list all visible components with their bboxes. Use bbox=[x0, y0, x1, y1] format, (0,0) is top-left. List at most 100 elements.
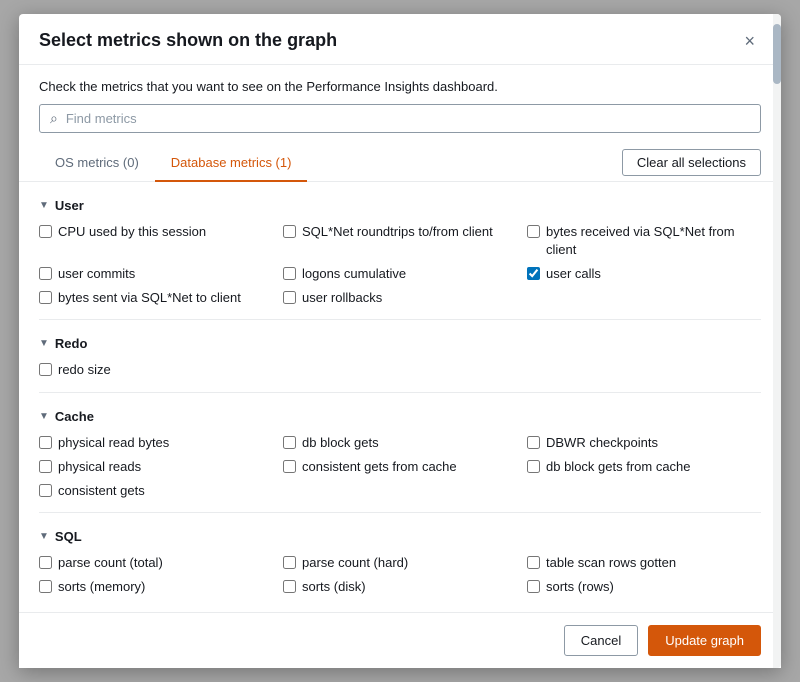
collapse-cache-icon: ▼ bbox=[39, 411, 49, 422]
metric-checkbox-logons-cumulative[interactable] bbox=[283, 267, 296, 280]
metric-label-parse-count-total[interactable]: parse count (total) bbox=[58, 554, 163, 572]
metric-checkbox-dbwr-checkpoints[interactable] bbox=[527, 436, 540, 449]
search-input[interactable] bbox=[66, 111, 750, 126]
scrollbar-thumb[interactable] bbox=[773, 24, 781, 84]
metric-checkbox-bytes-sent[interactable] bbox=[39, 291, 52, 304]
modal-description: Check the metrics that you want to see o… bbox=[19, 65, 781, 104]
section-cache-header[interactable]: ▼ Cache bbox=[39, 409, 761, 424]
metric-label-redo-size[interactable]: redo size bbox=[58, 361, 111, 379]
metric-parse-count-hard: parse count (hard) bbox=[283, 554, 517, 572]
metric-sorts-disk: sorts (disk) bbox=[283, 578, 517, 596]
metric-label-physical-read-bytes[interactable]: physical read bytes bbox=[58, 434, 169, 452]
search-icon: ⌕ bbox=[50, 110, 58, 127]
metric-checkbox-sorts-memory[interactable] bbox=[39, 580, 52, 593]
metric-db-block-gets-cache: db block gets from cache bbox=[527, 458, 761, 476]
section-user-title: User bbox=[55, 198, 84, 213]
metric-checkbox-sorts-rows[interactable] bbox=[527, 580, 540, 593]
metric-label-parse-count-hard[interactable]: parse count (hard) bbox=[302, 554, 408, 572]
tabs-container: OS metrics (0) Database metrics (1) bbox=[39, 145, 307, 181]
metric-checkbox-parse-count-hard[interactable] bbox=[283, 556, 296, 569]
metric-checkbox-table-scan-rows[interactable] bbox=[527, 556, 540, 569]
section-user-header[interactable]: ▼ User bbox=[39, 198, 761, 213]
modal-overlay: Select metrics shown on the graph × Chec… bbox=[0, 0, 800, 682]
modal-dialog: Select metrics shown on the graph × Chec… bbox=[19, 14, 781, 669]
metric-checkbox-consistent-gets[interactable] bbox=[39, 484, 52, 497]
metric-label-logons-cumulative[interactable]: logons cumulative bbox=[302, 265, 406, 283]
metric-sorts-memory: sorts (memory) bbox=[39, 578, 273, 596]
metric-checkbox-user-commits[interactable] bbox=[39, 267, 52, 280]
modal-header: Select metrics shown on the graph × bbox=[19, 14, 781, 65]
metric-consistent-gets-cache: consistent gets from cache bbox=[283, 458, 517, 476]
metric-label-db-block-gets[interactable]: db block gets bbox=[302, 434, 379, 452]
search-bar: ⌕ bbox=[39, 104, 761, 133]
metric-label-user-rollbacks[interactable]: user rollbacks bbox=[302, 289, 382, 307]
tab-os-metrics[interactable]: OS metrics (0) bbox=[39, 145, 155, 182]
section-user: ▼ User CPU used by this session SQL*Net … bbox=[39, 198, 761, 308]
metric-label-user-commits[interactable]: user commits bbox=[58, 265, 135, 283]
section-cache: ▼ Cache physical read bytes db block get… bbox=[39, 409, 761, 501]
metric-checkbox-db-block-gets-cache[interactable] bbox=[527, 460, 540, 473]
redo-metrics-grid: redo size bbox=[39, 361, 761, 379]
cancel-button[interactable]: Cancel bbox=[564, 625, 638, 656]
metric-label-physical-reads[interactable]: physical reads bbox=[58, 458, 141, 476]
metric-user-commits: user commits bbox=[39, 265, 273, 283]
metric-label-consistent-gets-cache[interactable]: consistent gets from cache bbox=[302, 458, 457, 476]
metric-consistent-gets: consistent gets bbox=[39, 482, 273, 500]
metric-label-sorts-disk[interactable]: sorts (disk) bbox=[302, 578, 366, 596]
sql-metrics-grid: parse count (total) parse count (hard) t… bbox=[39, 554, 761, 596]
metric-label-cpu-session[interactable]: CPU used by this session bbox=[58, 223, 206, 241]
section-sql-header[interactable]: ▼ SQL bbox=[39, 529, 761, 544]
modal-body: ▼ User CPU used by this session SQL*Net … bbox=[19, 182, 781, 613]
metric-checkbox-consistent-gets-cache[interactable] bbox=[283, 460, 296, 473]
metric-label-sqlnet-roundtrips[interactable]: SQL*Net roundtrips to/from client bbox=[302, 223, 493, 241]
close-button[interactable]: × bbox=[738, 30, 761, 52]
metric-label-bytes-received[interactable]: bytes received via SQL*Net from client bbox=[546, 223, 761, 259]
metric-label-table-scan-rows[interactable]: table scan rows gotten bbox=[546, 554, 676, 572]
tabs-row: OS metrics (0) Database metrics (1) Clea… bbox=[19, 145, 781, 182]
metric-checkbox-bytes-received[interactable] bbox=[527, 225, 540, 238]
modal-footer: Cancel Update graph bbox=[19, 612, 781, 668]
metric-sorts-rows: sorts (rows) bbox=[527, 578, 761, 596]
metric-label-bytes-sent[interactable]: bytes sent via SQL*Net to client bbox=[58, 289, 241, 307]
metric-label-consistent-gets[interactable]: consistent gets bbox=[58, 482, 145, 500]
metric-redo-size: redo size bbox=[39, 361, 273, 379]
metric-cpu-session: CPU used by this session bbox=[39, 223, 273, 259]
metric-sqlnet-roundtrips: SQL*Net roundtrips to/from client bbox=[283, 223, 517, 259]
collapse-redo-icon: ▼ bbox=[39, 338, 49, 349]
metric-checkbox-redo-size[interactable] bbox=[39, 363, 52, 376]
collapse-icon: ▼ bbox=[39, 200, 49, 211]
metric-checkbox-sorts-disk[interactable] bbox=[283, 580, 296, 593]
metric-physical-reads: physical reads bbox=[39, 458, 273, 476]
metric-dbwr-checkpoints: DBWR checkpoints bbox=[527, 434, 761, 452]
metric-checkbox-user-calls[interactable] bbox=[527, 267, 540, 280]
metric-label-user-calls[interactable]: user calls bbox=[546, 265, 601, 283]
cache-metrics-grid: physical read bytes db block gets DBWR c… bbox=[39, 434, 761, 501]
metric-bytes-received: bytes received via SQL*Net from client bbox=[527, 223, 761, 259]
metric-label-sorts-memory[interactable]: sorts (memory) bbox=[58, 578, 145, 596]
metric-db-block-gets: db block gets bbox=[283, 434, 517, 452]
metric-table-scan-rows: table scan rows gotten bbox=[527, 554, 761, 572]
section-cache-title: Cache bbox=[55, 409, 94, 424]
metric-checkbox-physical-read-bytes[interactable] bbox=[39, 436, 52, 449]
section-redo-title: Redo bbox=[55, 336, 88, 351]
section-redo-header[interactable]: ▼ Redo bbox=[39, 336, 761, 351]
metric-checkbox-cpu-session[interactable] bbox=[39, 225, 52, 238]
metric-label-sorts-rows[interactable]: sorts (rows) bbox=[546, 578, 614, 596]
scrollbar-track bbox=[773, 14, 781, 669]
metric-checkbox-user-rollbacks[interactable] bbox=[283, 291, 296, 304]
metric-logons-cumulative: logons cumulative bbox=[283, 265, 517, 283]
metric-checkbox-db-block-gets[interactable] bbox=[283, 436, 296, 449]
metric-checkbox-physical-reads[interactable] bbox=[39, 460, 52, 473]
metric-checkbox-sqlnet-roundtrips[interactable] bbox=[283, 225, 296, 238]
metric-user-rollbacks: user rollbacks bbox=[283, 289, 517, 307]
metric-label-dbwr-checkpoints[interactable]: DBWR checkpoints bbox=[546, 434, 658, 452]
metric-checkbox-parse-count-total[interactable] bbox=[39, 556, 52, 569]
metric-physical-read-bytes: physical read bytes bbox=[39, 434, 273, 452]
update-graph-button[interactable]: Update graph bbox=[648, 625, 761, 656]
collapse-sql-icon: ▼ bbox=[39, 531, 49, 542]
metric-label-db-block-gets-cache[interactable]: db block gets from cache bbox=[546, 458, 691, 476]
section-redo: ▼ Redo redo size bbox=[39, 336, 761, 379]
modal-title: Select metrics shown on the graph bbox=[39, 30, 337, 51]
tab-database-metrics[interactable]: Database metrics (1) bbox=[155, 145, 308, 182]
clear-all-button[interactable]: Clear all selections bbox=[622, 149, 761, 176]
